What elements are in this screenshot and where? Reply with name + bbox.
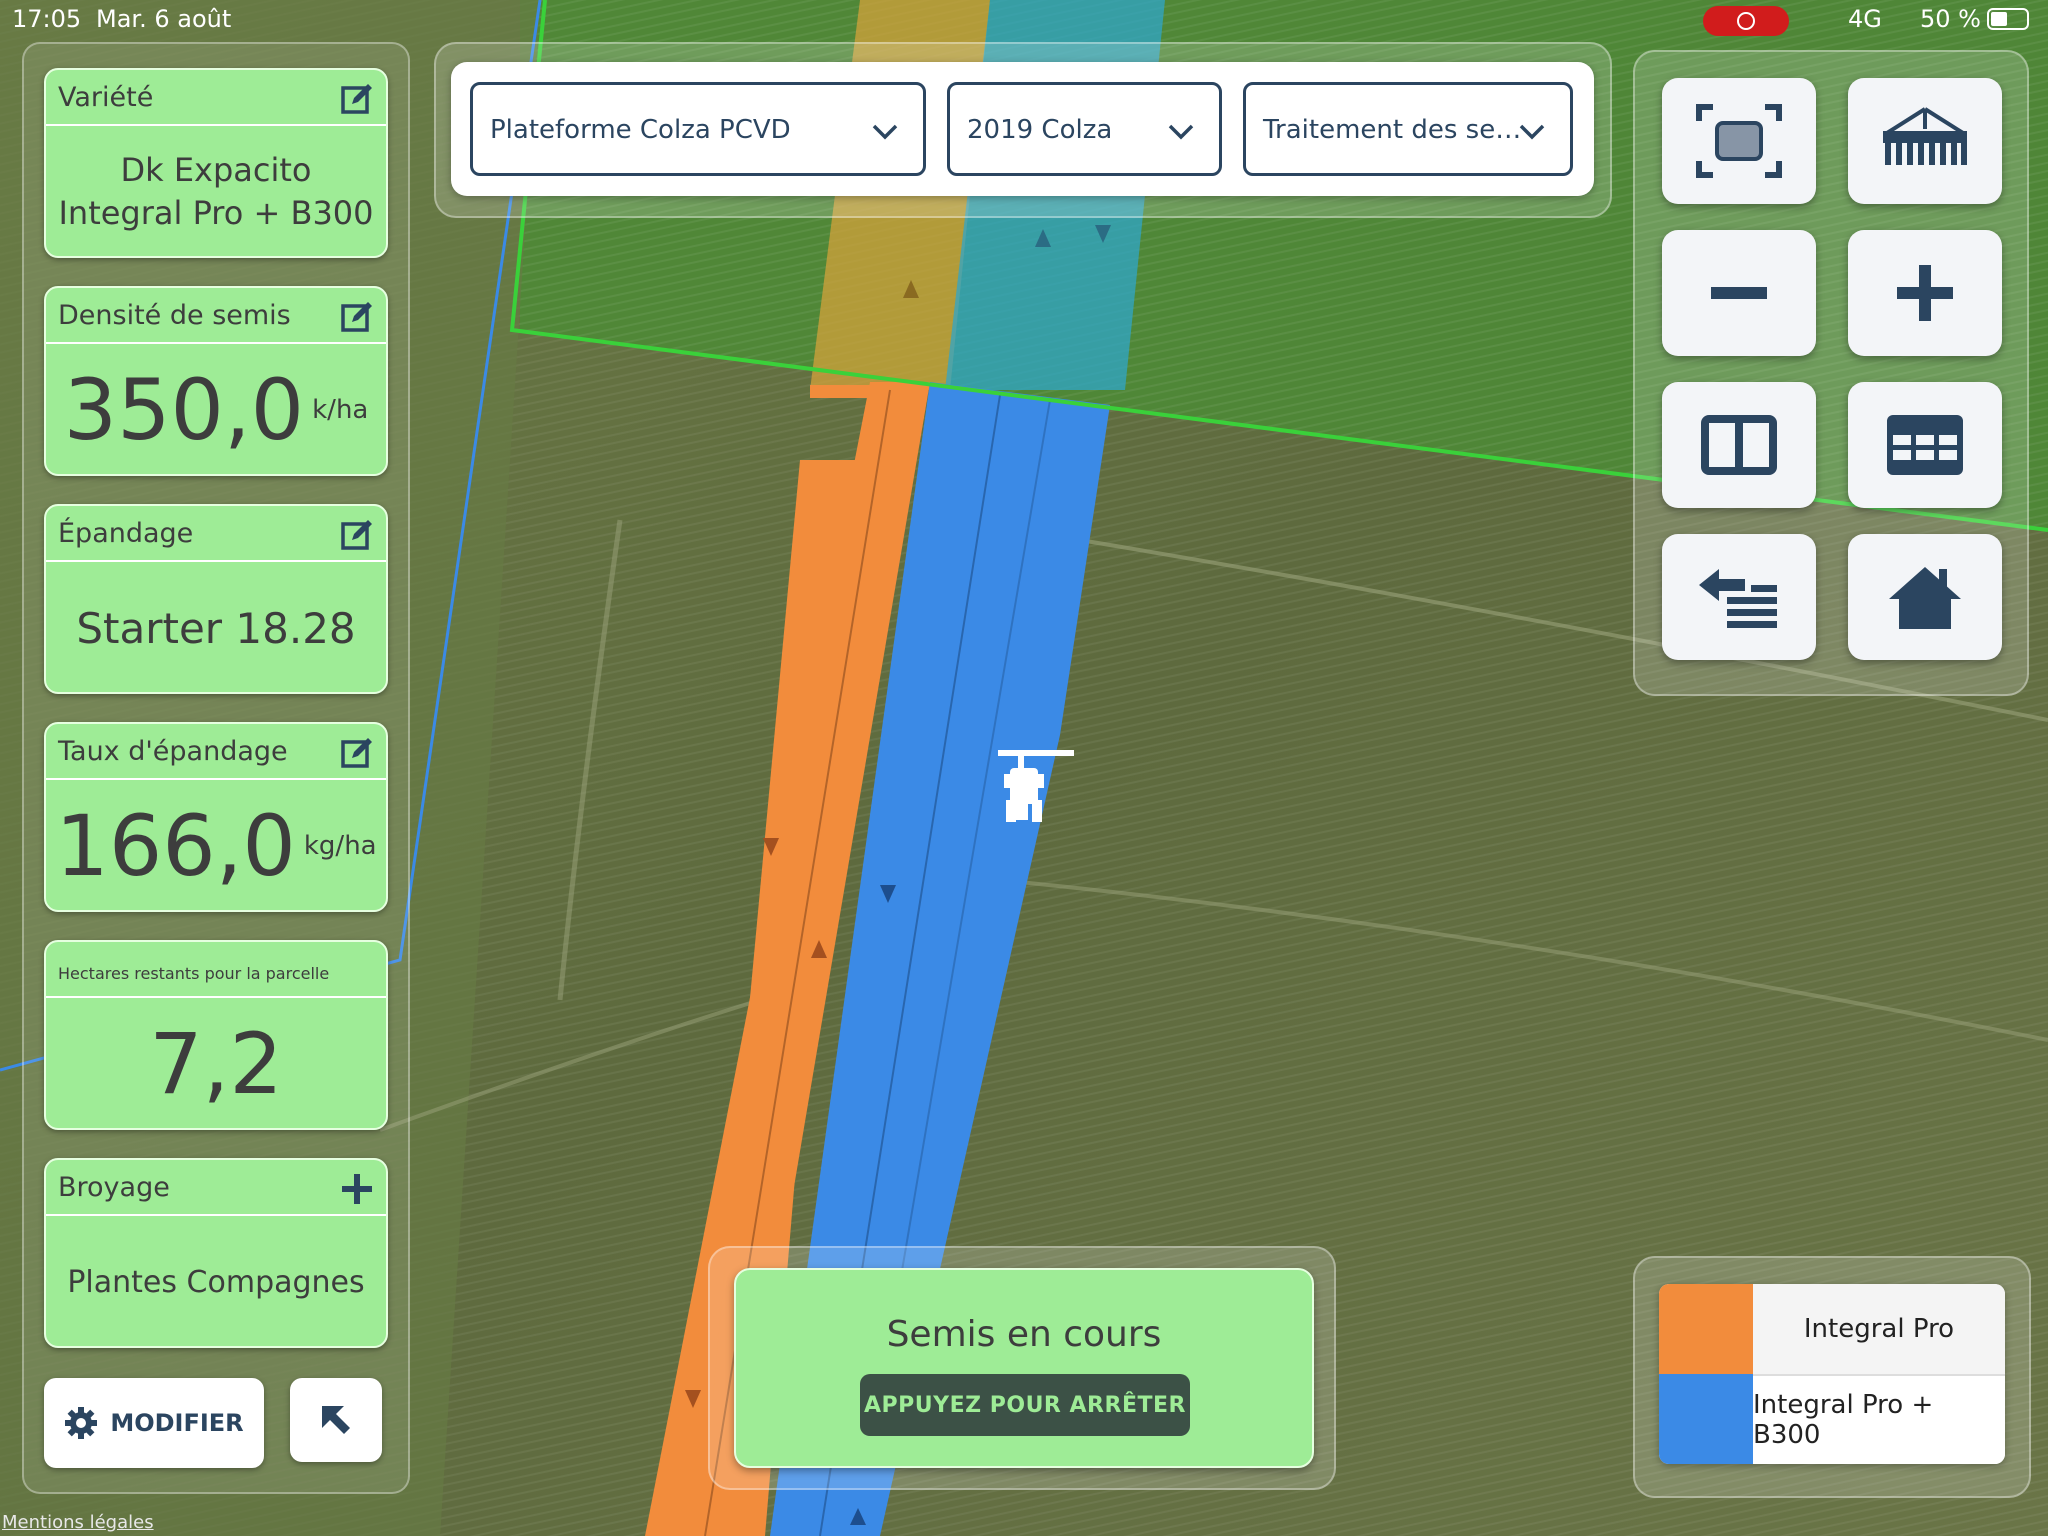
rate-value: 166,0 xyxy=(55,797,296,895)
split-view-button[interactable] xyxy=(1662,382,1816,508)
card-body: 166,0 kg/ha xyxy=(46,782,386,910)
seeding-status-button[interactable]: Semis en cours APPUYEZ POUR ARRÊTER xyxy=(734,1268,1314,1468)
card-body: 350,0 k/ha xyxy=(46,346,386,474)
status-time: 17:05 xyxy=(12,5,82,33)
rate-unit: kg/ha xyxy=(303,831,377,861)
back-list-button[interactable] xyxy=(1662,534,1816,660)
card-title: Épandage xyxy=(58,518,194,549)
legend: Integral Pro Integral Pro + B300 xyxy=(1659,1284,2005,1464)
task-dropdown[interactable]: Traitement des se… xyxy=(1243,82,1573,176)
card-body: Dk Expacito Integral Pro + B300 xyxy=(46,128,386,256)
edit-icon[interactable] xyxy=(340,736,374,770)
plus-icon[interactable] xyxy=(340,1172,374,1206)
zoom-out-button[interactable] xyxy=(1662,230,1816,356)
chevron-down-icon xyxy=(1168,124,1194,140)
card-header: Densité de semis xyxy=(46,288,386,344)
implement-button[interactable] xyxy=(1848,78,2002,204)
card-title: Hectares restants pour la parcelle xyxy=(58,964,330,983)
legend-item: Integral Pro + B300 xyxy=(1659,1374,2005,1464)
card-broyage[interactable]: Broyage Plantes Compagnes xyxy=(44,1158,388,1348)
spreading-product: Starter 18.28 xyxy=(76,603,356,653)
campaign-dropdown-value: 2019 Colza xyxy=(967,115,1113,145)
seeder-icon xyxy=(1883,107,1967,165)
campaign-dropdown[interactable]: 2019 Colza xyxy=(947,82,1222,176)
card-densite[interactable]: Densité de semis 350,0 k/ha xyxy=(44,286,388,476)
variety-name: Dk Expacito xyxy=(120,151,312,189)
card-taux-epandage[interactable]: Taux d'épandage 166,0 kg/ha xyxy=(44,722,388,912)
card-title: Densité de semis xyxy=(58,300,291,331)
hectares-value: 7,2 xyxy=(149,1015,283,1113)
legend-swatch-orange xyxy=(1659,1284,1753,1374)
modifier-label: MODIFIER xyxy=(110,1409,244,1437)
focus-frame-icon xyxy=(1696,104,1782,178)
minus-icon xyxy=(1711,287,1767,299)
density-value: 350,0 xyxy=(63,361,305,459)
edit-icon[interactable] xyxy=(340,518,374,552)
broyage-value: Plantes Compagnes xyxy=(67,1264,365,1300)
collapse-panel-button[interactable] xyxy=(290,1378,382,1462)
card-body: Starter 18.28 xyxy=(46,564,386,692)
legal-notice-link[interactable]: Mentions légales xyxy=(2,1512,154,1533)
network-label: 4G xyxy=(1848,5,1882,33)
table-view-button[interactable] xyxy=(1848,382,2002,508)
variety-treatment: Integral Pro + B300 xyxy=(58,194,374,232)
battery-icon xyxy=(1987,8,2029,30)
table-icon xyxy=(1887,415,1963,475)
legend-label: Integral Pro xyxy=(1753,1284,2005,1374)
edit-icon[interactable] xyxy=(340,82,374,116)
card-header: Hectares restants pour la parcelle xyxy=(46,942,386,998)
task-dropdown-value: Traitement des se… xyxy=(1263,115,1522,145)
farm-dropdown-value: Plateforme Colza PCVD xyxy=(490,115,791,145)
legend-swatch-blue xyxy=(1659,1374,1753,1464)
density-unit: k/ha xyxy=(312,395,369,425)
card-title: Variété xyxy=(58,82,154,113)
split-view-icon xyxy=(1701,415,1777,475)
home-button[interactable] xyxy=(1848,534,2002,660)
farm-dropdown[interactable]: Plateforme Colza PCVD xyxy=(470,82,926,176)
card-header: Épandage xyxy=(46,506,386,562)
card-body: 7,2 xyxy=(46,1000,386,1128)
card-variete[interactable]: Variété Dk Expacito Integral Pro + B300 xyxy=(44,68,388,258)
card-body: Plantes Compagnes xyxy=(46,1218,386,1346)
modifier-button[interactable]: MODIFIER xyxy=(44,1378,264,1468)
arrow-up-left-icon xyxy=(322,1406,350,1434)
screen-recording-icon xyxy=(1703,6,1789,36)
battery-label: 50 % xyxy=(1920,5,1981,33)
card-header: Broyage xyxy=(46,1160,386,1216)
card-title: Broyage xyxy=(58,1172,170,1203)
fit-view-button[interactable] xyxy=(1662,78,1816,204)
status-bar: 17:05 Mar. 6 août 4G 50 % xyxy=(0,0,2048,40)
back-list-icon xyxy=(1699,569,1777,628)
stop-seeding-button[interactable]: APPUYEZ POUR ARRÊTER xyxy=(860,1374,1190,1436)
seeding-status-title: Semis en cours xyxy=(886,1314,1162,1355)
card-hectares-restants: Hectares restants pour la parcelle 7,2 xyxy=(44,940,388,1130)
card-header: Variété xyxy=(46,70,386,126)
status-date: Mar. 6 août xyxy=(96,5,232,33)
card-epandage[interactable]: Épandage Starter 18.28 xyxy=(44,504,388,694)
gear-icon xyxy=(65,1407,98,1439)
card-title: Taux d'épandage xyxy=(58,736,288,767)
card-header: Taux d'épandage xyxy=(46,724,386,780)
legend-item: Integral Pro xyxy=(1659,1284,2005,1374)
edit-icon[interactable] xyxy=(340,300,374,334)
chevron-down-icon xyxy=(1519,124,1545,140)
plus-icon xyxy=(1897,265,1953,321)
legend-label: Integral Pro + B300 xyxy=(1753,1374,2005,1464)
home-icon xyxy=(1889,567,1961,629)
zoom-in-button[interactable] xyxy=(1848,230,2002,356)
chevron-down-icon xyxy=(872,124,898,140)
